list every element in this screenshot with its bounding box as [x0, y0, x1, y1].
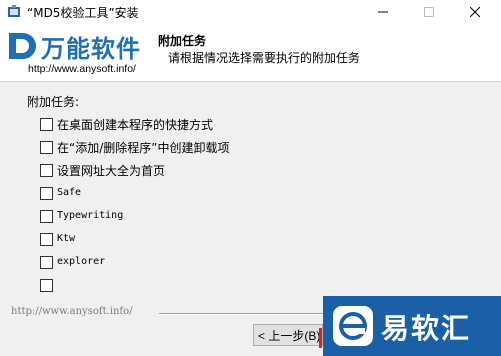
checkbox[interactable]	[40, 210, 53, 223]
task-label[interactable]: 设置网址大全为首页	[57, 162, 165, 179]
checkbox[interactable]	[40, 141, 53, 154]
title-bar: “MD5校验工具”安装	[0, 0, 501, 26]
page-subtitle: 请根据情况选择需要执行的附加任务	[168, 51, 361, 65]
logo-text: 万能软件	[41, 35, 141, 63]
close-button[interactable]	[452, 0, 498, 25]
checkbox[interactable]	[40, 187, 53, 200]
back-button[interactable]: < 上一步(B)	[253, 324, 323, 346]
task-label[interactable]: 在桌面创建本程序的快捷方式	[57, 116, 213, 133]
tasks-group-label: 附加任务:	[27, 95, 80, 109]
task-label[interactable]: Typewriting	[57, 210, 123, 221]
window-title: “MD5校验工具”安装	[27, 6, 139, 20]
anysoft-logo-icon	[9, 33, 36, 59]
task-label[interactable]: 在“添加/删除程序”中创建卸载项	[57, 139, 229, 156]
checkbox[interactable]	[40, 233, 53, 246]
tasks-panel: 附加任务: 在桌面创建本程序的快捷方式 在“添加/删除程序”中创建卸载项 设置网…	[0, 82, 501, 312]
watermark-logo-icon	[333, 306, 373, 346]
minimize-icon	[378, 11, 388, 13]
checkbox[interactable]	[40, 279, 53, 292]
watermark: 易软汇	[323, 296, 501, 356]
logo-url: http://www.anysoft.info/	[28, 63, 136, 75]
wizard-header: 万能软件 http://www.anysoft.info/ 附加任务 请根据情况…	[0, 25, 501, 82]
maximize-icon	[424, 7, 434, 17]
checkbox[interactable]	[40, 118, 53, 131]
task-label[interactable]: explorer	[57, 256, 105, 267]
installer-app-icon	[8, 5, 20, 17]
checkbox[interactable]	[40, 256, 53, 269]
next-button-edge[interactable]	[319, 328, 322, 348]
task-label[interactable]: Ktw	[57, 233, 75, 244]
watermark-text: 易软汇	[381, 312, 472, 345]
close-icon	[470, 7, 480, 17]
task-label[interactable]: Safe	[57, 187, 81, 198]
minimize-button[interactable]	[360, 0, 406, 25]
maximize-button[interactable]	[406, 0, 452, 25]
footer-branding-url: http://www.anysoft.info/	[11, 306, 133, 317]
page-title: 附加任务	[158, 34, 207, 48]
checkbox[interactable]	[40, 164, 53, 177]
